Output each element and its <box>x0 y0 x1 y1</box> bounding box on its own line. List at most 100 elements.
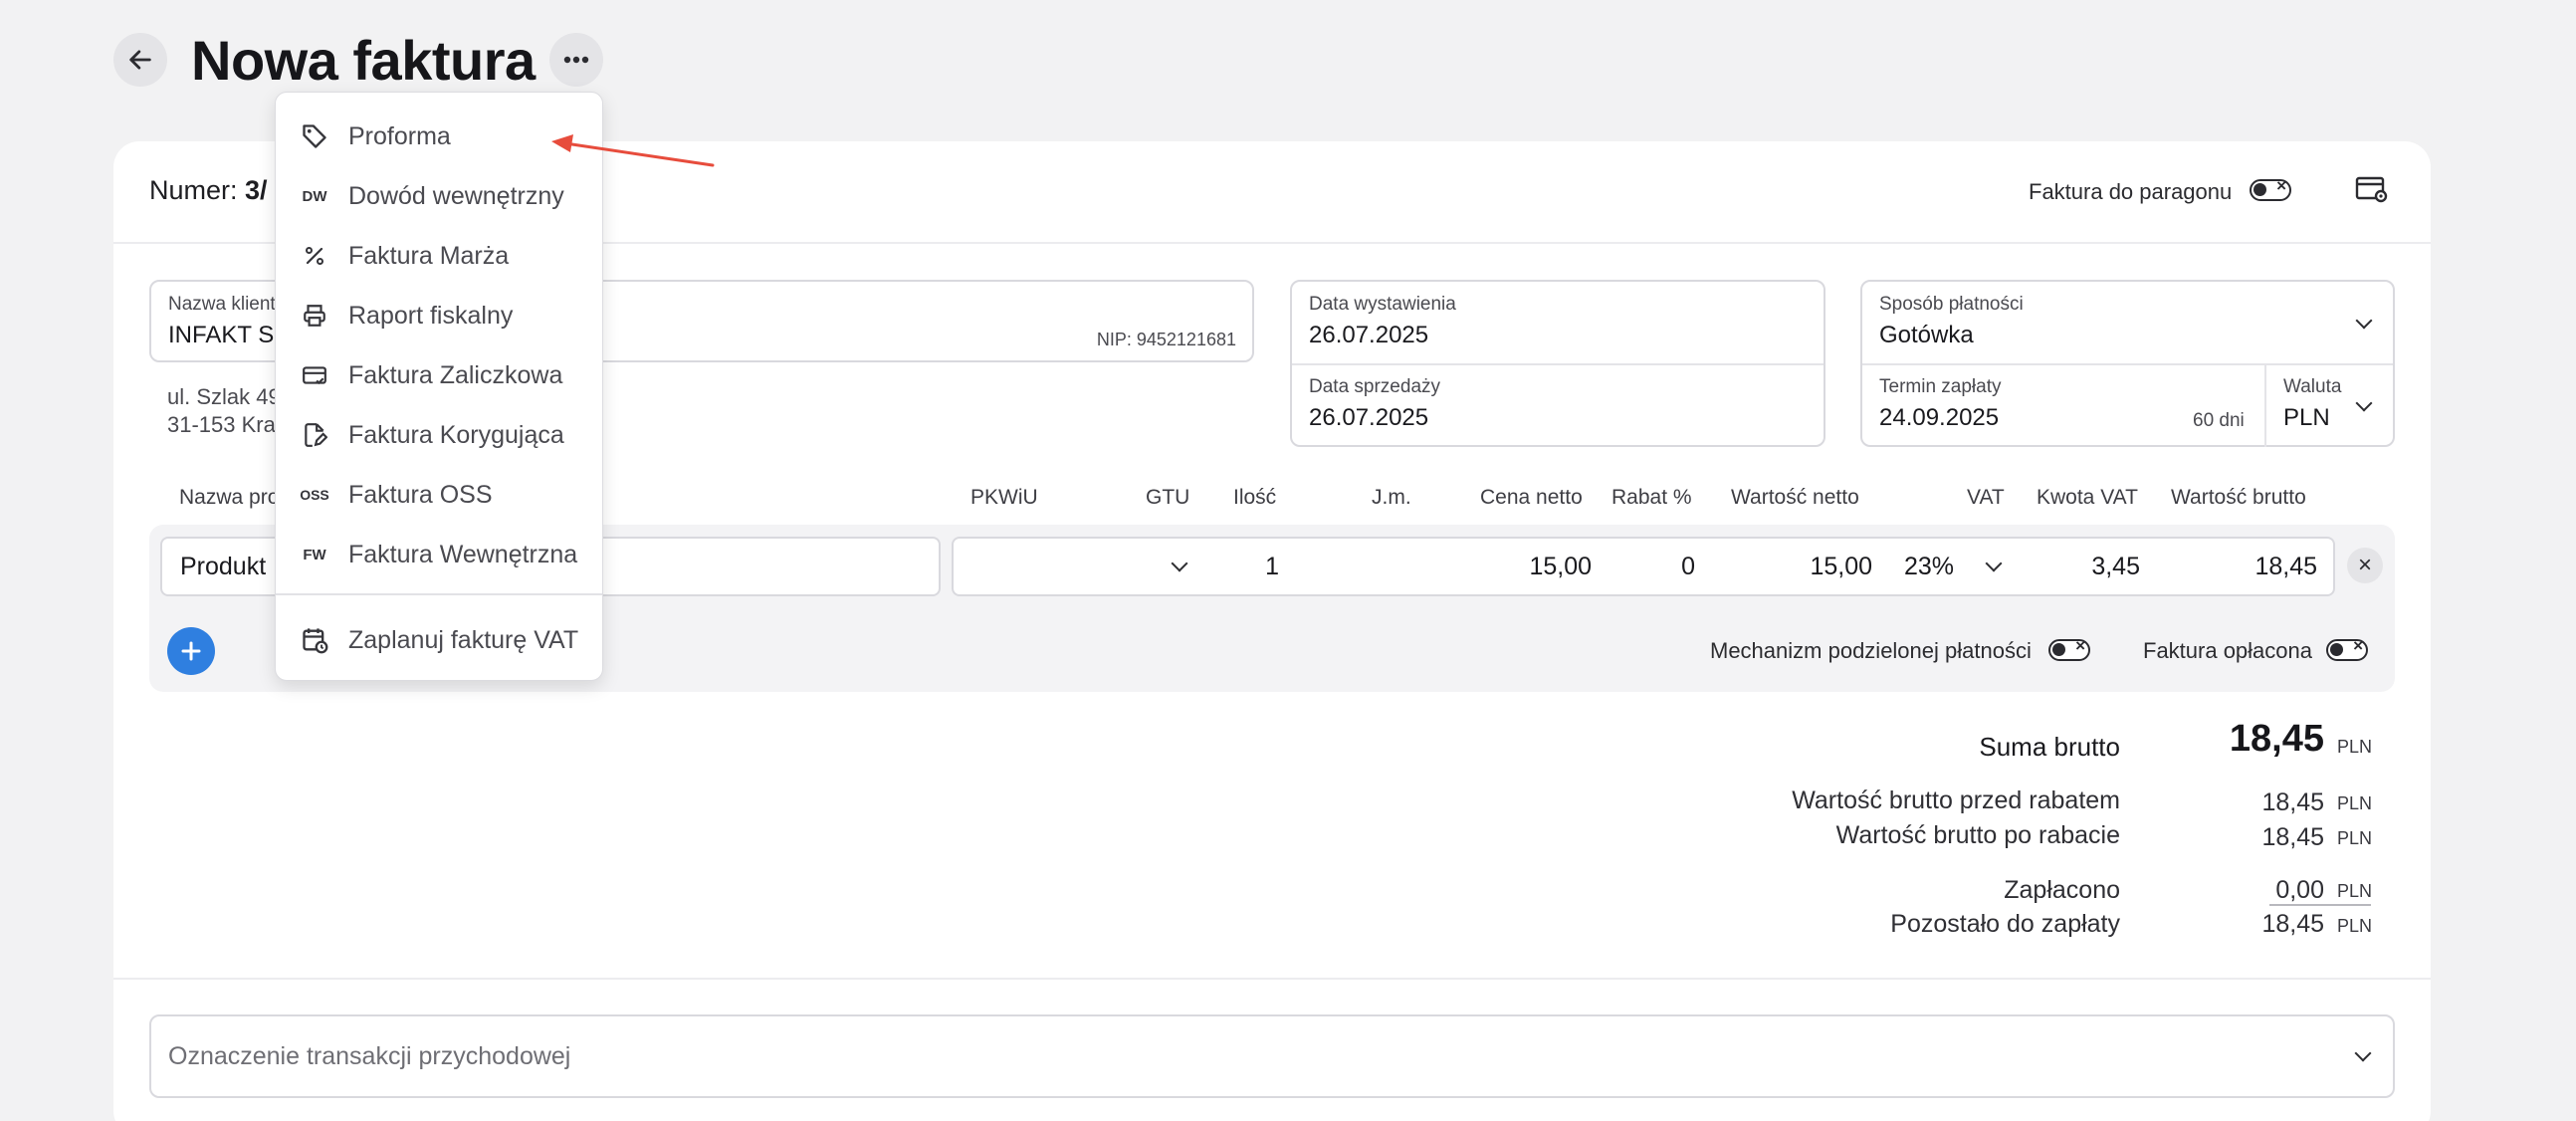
receipt-toggle[interactable] <box>2250 176 2291 201</box>
transaction-type-select[interactable]: Oznaczenie transakcji przychodowej <box>149 1014 2395 1098</box>
section-divider <box>113 978 2431 980</box>
currency-caption: Waluta <box>2283 376 2342 397</box>
paid-amount-value: 0,00 <box>2275 876 2324 904</box>
header-discount: Rabat % <box>1611 486 1692 509</box>
header-net-value: Wartość netto <box>1731 486 1859 509</box>
transaction-type-placeholder: Oznaczenie transakcji przychodowej <box>168 1042 571 1070</box>
due-days: 60 dni <box>2193 410 2245 431</box>
header-gross-value: Wartość brutto <box>2171 486 2306 509</box>
menu-item-margin-invoice[interactable]: Faktura Marża <box>276 228 602 284</box>
due-date-caption: Termin zapłaty <box>1879 376 2002 397</box>
menu-item-label: Faktura Marża <box>348 241 510 270</box>
product-name-value: Produkt <box>180 552 267 580</box>
menu-item-oss-invoice[interactable]: OSS Faktura OSS <box>276 467 602 523</box>
header-pkwiu: PKWiU <box>970 486 1038 509</box>
before-discount-value: 18,45 <box>2261 788 2324 816</box>
tag-icon <box>300 121 329 151</box>
percent-icon <box>300 241 329 271</box>
gross-value-input[interactable]: 18,45 <box>2156 537 2335 596</box>
paid-currency: PLN <box>2337 881 2373 901</box>
header-name: Nazwa pro <box>179 486 280 509</box>
menu-item-label: Raport fiskalny <box>348 301 514 330</box>
more-options-button[interactable] <box>549 33 603 87</box>
arrow-left-icon <box>129 50 151 70</box>
quantity-input[interactable]: 1 <box>1205 537 1297 596</box>
pkwiu-input[interactable] <box>952 537 1057 596</box>
gross-value-value: 18,45 <box>2254 552 2317 580</box>
payment-method-caption: Sposób płatności <box>1879 294 2024 315</box>
quantity-value: 1 <box>1265 552 1279 580</box>
net-price-value: 15,00 <box>1529 552 1592 580</box>
back-button[interactable] <box>113 33 167 87</box>
remaining-value: 18,45 <box>2261 910 2324 938</box>
menu-item-correction-invoice[interactable]: Faktura Korygująca <box>276 407 602 463</box>
net-price-input[interactable]: 15,00 <box>1429 537 1610 596</box>
invoice-number-label: Numer: <box>149 175 238 205</box>
chevron-down-icon <box>1171 555 1188 572</box>
paid-amount-input[interactable]: 0,00 <box>2275 876 2324 905</box>
vat-amount-input[interactable]: 3,45 <box>2020 537 2158 596</box>
gross-sum-value: 18,45 <box>2229 718 2324 760</box>
menu-item-internal-invoice[interactable]: FW Faktura Wewnętrzna <box>276 527 602 582</box>
paid-label: Zapłacono <box>2004 876 2120 904</box>
issue-date-value: 26.07.2025 <box>1309 322 1429 348</box>
chevron-down-icon <box>2355 394 2373 412</box>
invoice-number: Numer: 3/ <box>149 175 268 206</box>
after-discount-value: 18,45 <box>2261 823 2324 851</box>
header-unit: J.m. <box>1372 486 1411 509</box>
paid-underline <box>2269 904 2371 906</box>
remove-row-button[interactable]: × <box>2347 548 2383 583</box>
header-net-price: Cena netto <box>1480 486 1583 509</box>
dates-group: Data wystawienia 26.07.2025 Data sprzeda… <box>1290 280 1825 447</box>
vat-select[interactable]: 23% <box>1888 537 2022 596</box>
menu-item-label: Faktura Wewnętrzna <box>348 540 578 568</box>
gross-sum-currency: PLN <box>2337 737 2373 757</box>
receipt-toggle-label: Faktura do paragonu <box>2029 179 2233 204</box>
currency-value: PLN <box>2283 404 2330 431</box>
split-payment-toggle[interactable] <box>2048 636 2090 661</box>
card-check-icon <box>300 360 329 390</box>
invoice-paid-label: Faktura opłacona <box>2143 638 2312 663</box>
header-gtu: GTU <box>1146 486 1190 509</box>
after-discount-label: Wartość brutto po rabacie <box>1835 821 2120 849</box>
client-nip: NIP: 9452121681 <box>1096 330 1236 349</box>
client-address-line1: ul. Szlak 49 <box>167 384 281 409</box>
oss-icon: OSS <box>300 487 329 503</box>
annotation-arrow-icon <box>551 134 715 167</box>
settings-button[interactable] <box>2355 175 2389 210</box>
menu-divider <box>276 593 602 595</box>
payment-method-value: Gotówka <box>1879 322 1974 348</box>
fw-icon: FW <box>303 546 326 563</box>
sale-date-caption: Data sprzedaży <box>1309 376 1441 397</box>
remaining-label: Pozostało do zapłaty <box>1890 910 2120 938</box>
discount-input[interactable]: 0 <box>1608 537 1713 596</box>
net-value-value: 15,00 <box>1810 552 1872 580</box>
header-vat-amount: Kwota VAT <box>2037 486 2138 509</box>
invoice-paid-toggle[interactable] <box>2326 636 2368 661</box>
dw-icon: DW <box>302 187 327 205</box>
sale-date-value: 26.07.2025 <box>1309 404 1429 431</box>
menu-item-fiscal-report[interactable]: Raport fiskalny <box>276 288 602 343</box>
client-address-line2: 31-153 Krak <box>167 412 287 437</box>
vat-value: 23% <box>1904 552 1955 580</box>
menu-item-advance-invoice[interactable]: Faktura Zaliczkowa <box>276 347 602 403</box>
invoice-type-menu: Proforma DW Dowód wewnętrzny Faktura Mar… <box>275 92 603 681</box>
invoice-number-value: 3/ <box>245 175 268 205</box>
add-row-button[interactable] <box>167 627 215 675</box>
net-value-input[interactable]: 15,00 <box>1711 537 1890 596</box>
currency-divider <box>2264 365 2266 447</box>
dates-divider <box>1292 363 1824 365</box>
payment-divider <box>1862 363 2393 365</box>
close-icon: × <box>2357 552 2372 578</box>
menu-item-label: Dowód wewnętrzny <box>348 181 564 210</box>
vat-amount-value: 3,45 <box>2091 552 2140 580</box>
discount-value: 0 <box>1681 552 1695 580</box>
menu-item-schedule-vat[interactable]: Zaplanuj fakturę VAT <box>276 612 602 668</box>
client-name-caption: Nazwa klient <box>168 294 276 315</box>
menu-item-label: Faktura Korygująca <box>348 420 564 449</box>
after-discount-currency: PLN <box>2337 828 2373 848</box>
unit-input[interactable] <box>1295 537 1431 596</box>
page-title: Nowa faktura <box>191 29 536 92</box>
chevron-down-icon <box>2354 1044 2372 1062</box>
gtu-select[interactable] <box>1055 537 1207 596</box>
